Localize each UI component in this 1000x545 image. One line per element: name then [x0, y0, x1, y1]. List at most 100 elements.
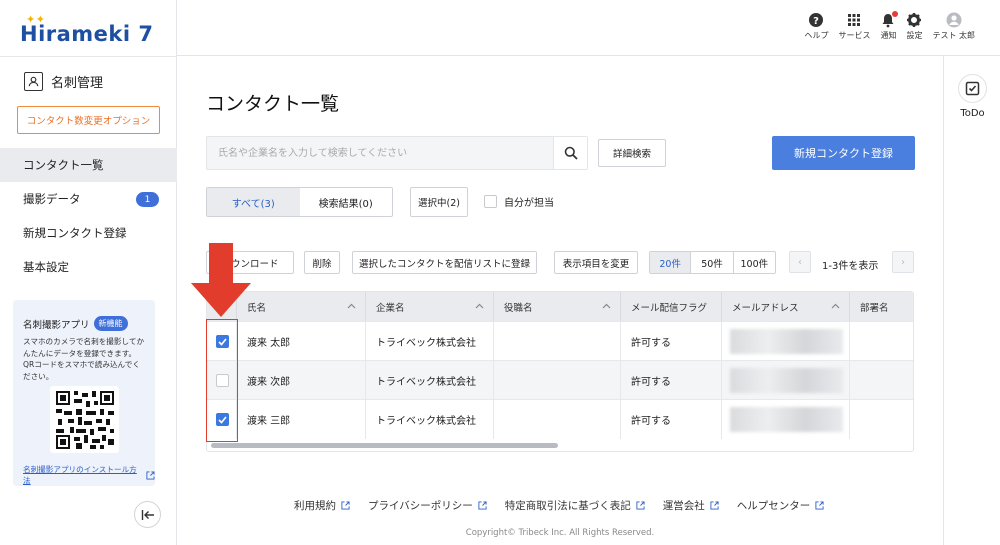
contact-option-button[interactable]: コンタクト数変更オプション: [17, 106, 160, 134]
column-company[interactable]: 企業名: [366, 292, 494, 321]
topbar: ? ヘルプ サービス 通知 設定 テスト 太郎: [177, 0, 1000, 56]
logo[interactable]: ✦✦ Hirameki 7: [20, 13, 154, 46]
footer-link-terms[interactable]: 利用規約: [294, 498, 350, 513]
search-input[interactable]: [207, 137, 554, 169]
user-icon: [946, 12, 962, 28]
collapse-sidebar-button[interactable]: [134, 501, 161, 528]
table-row[interactable]: 渡来 三郎 トライベック株式会社 許可する: [207, 399, 913, 439]
collapse-left-icon: [141, 509, 154, 520]
table-header: 氏名 企業名 役職名 メール配信フラグ メールアドレス 部署名: [207, 292, 913, 321]
cell-mail-flag: 許可する: [621, 400, 722, 439]
cell-email: [722, 322, 850, 361]
page-size-100[interactable]: 100件: [734, 252, 775, 273]
cell-company: トライベック株式会社: [366, 361, 494, 400]
table-row[interactable]: 渡来 次郎 トライベック株式会社 許可する: [207, 360, 913, 400]
annotation-highlight-box: [206, 319, 238, 442]
prev-page-button[interactable]: ‹: [789, 251, 811, 273]
next-page-button[interactable]: ›: [892, 251, 914, 273]
svg-text:?: ?: [814, 16, 820, 27]
sort-up-icon: [831, 303, 840, 309]
footer-link-help[interactable]: ヘルプセンター: [737, 498, 825, 513]
todo-button[interactable]: [958, 74, 987, 103]
external-link-icon: [636, 501, 645, 510]
sidebar-item-contacts[interactable]: コンタクト一覧: [0, 148, 177, 182]
page-title: コンタクト一覧: [206, 93, 340, 115]
footer-link-company[interactable]: 運営会社: [663, 498, 719, 513]
cell-company: トライベック株式会社: [366, 322, 494, 361]
new-badge: 新機能: [93, 316, 128, 331]
result-tabs: すべて(3) 検索結果(0): [206, 187, 393, 217]
star-icon: ✦✦: [26, 13, 46, 26]
mine-filter[interactable]: 自分が担当: [484, 194, 554, 209]
tab-search-results[interactable]: 検索結果(0): [300, 188, 393, 216]
cell-mail-flag: 許可する: [621, 361, 722, 400]
blurred-email: [730, 329, 843, 354]
footer-links: 利用規約 プライバシーポリシー 特定商取引法に基づく表記 運営会社 ヘルプセンタ…: [294, 498, 824, 513]
result-count: 1-3件を表示: [822, 261, 879, 272]
search-button[interactable]: [553, 137, 587, 169]
horizontal-scrollbar[interactable]: [211, 443, 558, 448]
new-contact-button[interactable]: 新規コンタクト登録: [772, 136, 915, 170]
external-link-icon: [146, 470, 155, 480]
change-columns-button[interactable]: 表示項目を変更: [554, 251, 638, 274]
contacts-table: 氏名 企業名 役職名 メール配信フラグ メールアドレス 部署名 渡来 太郎 トラ…: [206, 291, 914, 452]
sidebar-nav: コンタクト一覧 撮影データ 1 新規コンタクト登録 基本設定: [0, 148, 177, 284]
top-actions: ? ヘルプ サービス 通知 設定 テスト 太郎: [804, 11, 975, 41]
external-link-icon: [341, 501, 350, 510]
cell-mail-flag: 許可する: [621, 322, 722, 361]
external-link-icon: [478, 501, 487, 510]
user-menu-button[interactable]: テスト 太郎: [932, 12, 975, 41]
mine-label: 自分が担当: [504, 198, 554, 209]
advanced-search-button[interactable]: 詳細検索: [598, 139, 666, 167]
app-install-link[interactable]: 名刺撮影アプリのインストール方法: [23, 464, 155, 486]
notification-button[interactable]: 通知: [880, 11, 899, 41]
main-content: コンタクト一覧 詳細検索 新規コンタクト登録 すべて(3) 検索結果(0) 選択…: [177, 56, 943, 545]
sidebar-item-settings[interactable]: 基本設定: [0, 250, 177, 284]
search-box: [206, 136, 588, 170]
cell-name: 渡来 三郎: [237, 400, 366, 439]
delete-button[interactable]: 削除: [304, 251, 340, 274]
sidebar-item-photo-data[interactable]: 撮影データ 1: [0, 182, 177, 216]
footer-link-privacy[interactable]: プライバシーポリシー: [368, 498, 487, 513]
page-size-50[interactable]: 50件: [691, 252, 734, 273]
column-department[interactable]: 部署名: [850, 292, 913, 321]
selected-count-button[interactable]: 選択中(2): [410, 187, 468, 217]
column-mail-flag[interactable]: メール配信フラグ: [621, 292, 722, 321]
tab-all[interactable]: すべて(3): [207, 188, 300, 216]
sidebar-section-title: 名刺管理: [24, 72, 103, 91]
cell-email: [722, 400, 850, 439]
sidebar: ✦✦ Hirameki 7 名刺管理 コンタクト数変更オプション コンタクト一覧 …: [0, 0, 177, 545]
column-title[interactable]: 役職名: [494, 292, 621, 321]
services-button[interactable]: サービス: [838, 12, 870, 41]
footer-link-commerce[interactable]: 特定商取引法に基づく表記: [505, 498, 645, 513]
gear-icon: [907, 13, 922, 27]
page-size-20[interactable]: 20件: [650, 252, 692, 273]
external-link-icon: [815, 501, 824, 510]
sort-up-icon: [475, 303, 484, 309]
mine-checkbox[interactable]: [484, 195, 497, 208]
copyright: Copyright© Tribeck Inc. All Rights Reser…: [465, 528, 655, 538]
cell-title: [494, 322, 621, 361]
column-name[interactable]: 氏名: [237, 292, 366, 321]
cell-department: [850, 361, 913, 400]
blurred-email: [730, 407, 843, 432]
cell-title: [494, 361, 621, 400]
cell-email: [722, 361, 850, 400]
id-card-icon: [24, 72, 43, 91]
help-button[interactable]: ? ヘルプ: [804, 12, 828, 41]
add-to-list-button[interactable]: 選択したコンタクトを配信リストに登録: [352, 251, 537, 274]
help-icon: ?: [809, 13, 824, 27]
cell-name: 渡来 次郎: [237, 361, 366, 400]
qr-code-icon: [50, 386, 119, 453]
table-row[interactable]: 渡来 太郎 トライベック株式会社 許可する: [207, 321, 913, 361]
promo-description: スマホのカメラで名刺を撮影してかんたんにデータを登録できます。QRコードをスマホ…: [23, 337, 145, 381]
page-size-selector: 20件 50件 100件: [649, 251, 776, 274]
settings-button[interactable]: 設定: [906, 12, 922, 41]
sidebar-item-new-contact[interactable]: 新規コンタクト登録: [0, 216, 177, 250]
grid-icon: [848, 14, 861, 26]
annotation-arrow-icon: [191, 243, 251, 317]
cell-title: [494, 400, 621, 439]
blurred-email: [730, 368, 843, 393]
column-email[interactable]: メールアドレス: [722, 292, 850, 321]
promo-title: 名刺撮影アプリ 新機能: [23, 316, 128, 331]
